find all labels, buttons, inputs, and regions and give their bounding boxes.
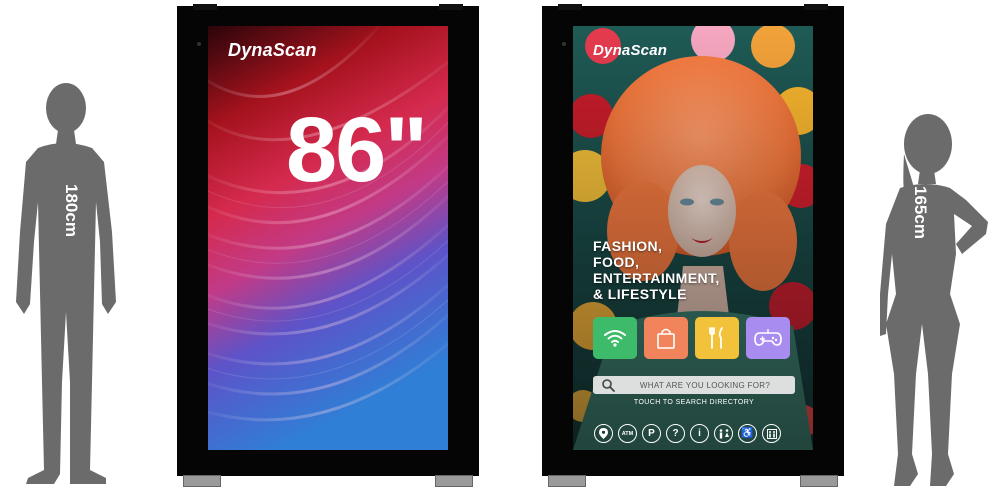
screen-size-text: 86": [286, 99, 428, 201]
gamepad-icon: [754, 329, 782, 346]
headline-line-1: FASHION,: [593, 238, 663, 254]
female-height-label: 165cm: [911, 186, 930, 239]
dining-tile[interactable]: [695, 317, 739, 359]
search-bar[interactable]: WHAT ARE YOU LOOKING FOR?: [593, 376, 795, 394]
right-display-foot-right: [800, 475, 838, 487]
left-display-cabinet: DynaScan 86": [177, 4, 479, 487]
search-hint: TOUCH TO SEARCH DIRECTORY: [633, 399, 755, 406]
location-pin-icon[interactable]: [594, 424, 613, 443]
fork-knife-icon: [709, 327, 723, 349]
amenity-icon-bar: ATM P ? i ♿: [594, 424, 781, 443]
shopping-bag-icon: [657, 328, 675, 349]
restroom-icon[interactable]: [714, 424, 733, 443]
wifi-icon: [604, 330, 626, 347]
male-height-label: 180cm: [62, 184, 81, 237]
left-display-foot-right: [435, 475, 473, 487]
right-dynascan-logo: DynaScan: [593, 42, 668, 59]
elevator-icon[interactable]: [762, 424, 781, 443]
left-dynascan-logo: DynaScan: [228, 40, 317, 60]
male-silhouette: [8, 82, 120, 484]
abstract-wave-background: [208, 26, 448, 450]
parking-icon[interactable]: P: [642, 424, 661, 443]
category-tiles: [593, 317, 790, 359]
accessibility-icon[interactable]: ♿: [738, 424, 757, 443]
search-icon: [602, 379, 615, 392]
right-display-cabinet: DynaScan FASHION, FOOD, ENTERTAINMENT, &…: [542, 4, 844, 487]
headline: FASHION, FOOD, ENTERTAINMENT, & LIFESTYL…: [593, 238, 720, 302]
wifi-tile[interactable]: [593, 317, 637, 359]
headline-line-4: & LIFESTYLE: [593, 286, 687, 302]
atm-icon[interactable]: ATM: [618, 424, 637, 443]
female-silhouette: [876, 114, 992, 486]
headline-line-3: ENTERTAINMENT,: [593, 270, 720, 286]
search-placeholder: WHAT ARE YOU LOOKING FOR?: [639, 380, 771, 390]
info-icon[interactable]: i: [690, 424, 709, 443]
left-display-foot-left: [183, 475, 221, 487]
help-icon[interactable]: ?: [666, 424, 685, 443]
right-display-foot-left: [548, 475, 586, 487]
entertainment-tile[interactable]: [746, 317, 790, 359]
shopping-tile[interactable]: [644, 317, 688, 359]
left-screen: DynaScan 86": [208, 26, 448, 450]
headline-line-2: FOOD,: [593, 254, 640, 270]
right-screen: DynaScan FASHION, FOOD, ENTERTAINMENT, &…: [573, 26, 813, 450]
